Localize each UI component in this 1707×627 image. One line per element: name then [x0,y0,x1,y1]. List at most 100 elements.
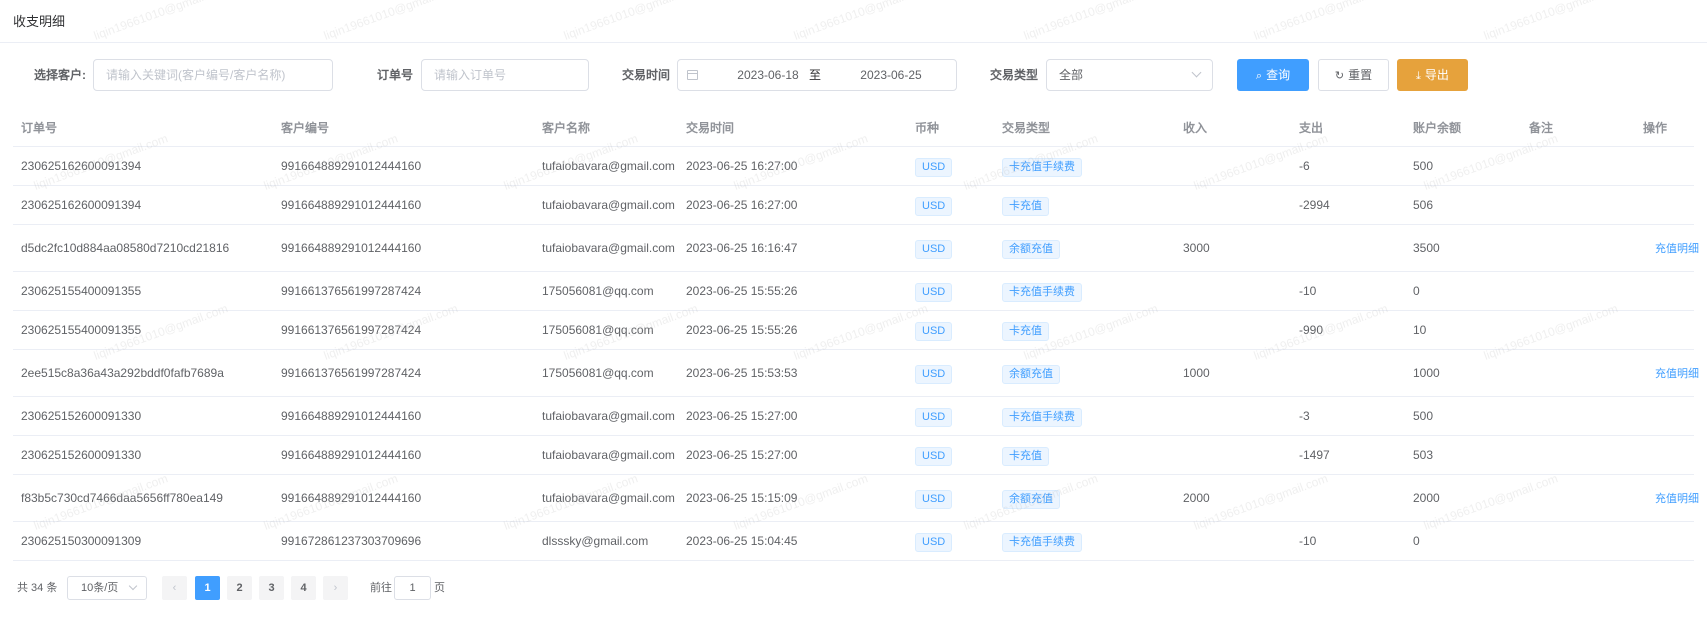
table-row: 230625162600091394 991664889291012444160 t… [13,186,1694,225]
table-row: 2ee515c8a36a43a292bddf0fafb7689a 99166137… [13,350,1699,397]
goto-suffix: 页 [434,582,445,594]
trade-type-select[interactable]: 全部 [1046,59,1213,91]
watermark-text: liqin19661010@gmail.com [1251,0,1390,43]
page-3-button[interactable]: 3 [259,576,284,600]
currency-tag: USD [915,490,953,509]
date-start[interactable]: 2023-06-18 [723,60,813,90]
cell-customer-number: 991664889291012444160 [281,448,422,462]
cell-currency: USD [915,225,953,272]
cell-expense: -10 [1299,284,1317,298]
column-header-expense: 支出 [1299,121,1324,135]
cell-trade-type: 卡充值手续费 [1002,397,1082,436]
goto-page-input[interactable]: 1 [394,576,431,600]
cell-customer-name: tufaiobavara@gmail.com [542,241,675,255]
recharge-detail-link[interactable]: 充值明细 [1655,368,1699,380]
cell-trade-type: 余额充值 [1002,475,1060,522]
cell-trade-type: 卡充值手续费 [1002,272,1082,311]
currency-tag: USD [915,240,953,259]
watermark-text: liqin19661010@gmail.com [561,0,700,43]
cell-trade-time: 2023-06-25 16:16:47 [686,241,798,255]
cell-order-number: 230625155400091355 [21,323,142,337]
prev-page-button[interactable]: ‹ [162,576,187,600]
table-header: 订单号 客户编号 客户名称 交易时间 币种 交易类型 收入 支出 账户余额 备注 操作 [13,110,1694,147]
cell-trade-time: 2023-06-25 16:27:00 [686,198,798,212]
cell-order-number: 230625150300091309 [21,534,142,548]
currency-tag: USD [915,158,953,177]
currency-tag: USD [915,197,953,216]
cell-income: 1000 [1183,366,1210,380]
cell-operation: 充值明细 [1655,475,1699,522]
export-button[interactable]: ⤓ 导出 [1397,59,1468,91]
trade-type-tag: 卡充值 [1002,322,1049,341]
page-4-button[interactable]: 4 [291,576,316,600]
cell-customer-number: 991661376561997287424 [281,323,422,337]
cell-customer-name: 175056081@qq.com [542,366,654,380]
currency-tag: USD [915,365,953,384]
table-row: f83b5c730cd7466daa5656ff780ea149 99166488… [13,475,1699,522]
page-size-select[interactable]: 10条/页 [67,576,147,600]
cell-currency: USD [915,272,953,311]
table-row: 230625152600091330 991664889291012444160 t… [13,397,1694,436]
reset-button-label: 重置 [1348,68,1373,82]
currency-tag: USD [915,408,953,427]
cell-trade-time: 2023-06-25 15:27:00 [686,409,798,423]
next-page-button[interactable]: › [323,576,348,600]
date-range-picker[interactable]: 2023-06-18 至 2023-06-25 [677,59,957,91]
cell-customer-name: tufaiobavara@gmail.com [542,491,675,505]
cell-expense: -10 [1299,534,1317,548]
chevron-down-icon [1191,67,1202,78]
cell-customer-number: 991672861237303709696 [281,534,422,548]
cell-order-number: 230625152600091330 [21,409,142,423]
cell-currency: USD [915,311,953,350]
cell-trade-type: 余额充值 [1002,225,1060,272]
cell-customer-number: 991664889291012444160 [281,409,422,423]
cell-balance: 503 [1413,448,1434,462]
cell-trade-time: 2023-06-25 15:27:00 [686,448,798,462]
recharge-detail-link[interactable]: 充值明细 [1655,493,1699,505]
cell-customer-name: tufaiobavara@gmail.com [542,198,675,212]
order-number-input[interactable] [421,59,589,91]
recharge-detail-link[interactable]: 充值明细 [1655,243,1699,255]
cell-expense: -3 [1299,409,1310,423]
cell-customer-number: 991661376561997287424 [281,366,422,380]
cell-customer-number: 991664889291012444160 [281,198,422,212]
cell-currency: USD [915,475,953,522]
cell-balance: 500 [1413,159,1434,173]
trade-type-value: 全部 [1059,68,1084,82]
cell-customer-name: 175056081@qq.com [542,284,654,298]
customer-search-input[interactable] [93,59,333,91]
title-divider [0,42,1707,43]
refresh-icon: ↻ [1334,70,1345,82]
watermark-text: liqin19661010@gmail.com [1021,0,1160,43]
cell-currency: USD [915,397,953,436]
cell-customer-name: dlsssky@gmail.com [542,534,649,548]
cell-order-number: 230625162600091394 [21,159,142,173]
currency-tag: USD [915,322,953,341]
cell-expense: -6 [1299,159,1310,173]
cell-order-number: f83b5c730cd7466daa5656ff780ea149 [21,491,223,505]
watermark-text: liqin19661010@gmail.com [321,0,460,43]
order-label: 订单号 [377,68,414,82]
page-1-button[interactable]: 1 [195,576,220,600]
cell-balance: 500 [1413,409,1434,423]
search-button[interactable]: ⌕ 查询 [1237,59,1309,91]
chevron-down-icon [128,581,138,591]
cell-order-number: d5dc2fc10d884aa08580d7210cd21816 [21,241,230,255]
cell-currency: USD [915,350,953,397]
reset-button[interactable]: ↻ 重置 [1318,59,1389,91]
page-2-button[interactable]: 2 [227,576,252,600]
table-row: 230625155400091355 991661376561997287424 1… [13,272,1694,311]
cell-income: 2000 [1183,491,1210,505]
date-end[interactable]: 2023-06-25 [846,60,936,90]
cell-balance: 1000 [1413,366,1440,380]
column-header-customer-name: 客户名称 [542,121,591,135]
table-row: 230625162600091394 991664889291012444160 t… [13,147,1694,186]
cell-trade-type: 卡充值手续费 [1002,522,1082,561]
column-header-customer-number: 客户编号 [281,121,330,135]
cell-trade-type: 余额充值 [1002,350,1060,397]
cell-trade-time: 2023-06-25 16:27:00 [686,159,798,173]
column-header-currency: 币种 [915,121,940,135]
cell-customer-number: 991664889291012444160 [281,491,422,505]
trade-type-tag: 余额充值 [1002,240,1060,259]
cell-customer-number: 991664889291012444160 [281,159,422,173]
